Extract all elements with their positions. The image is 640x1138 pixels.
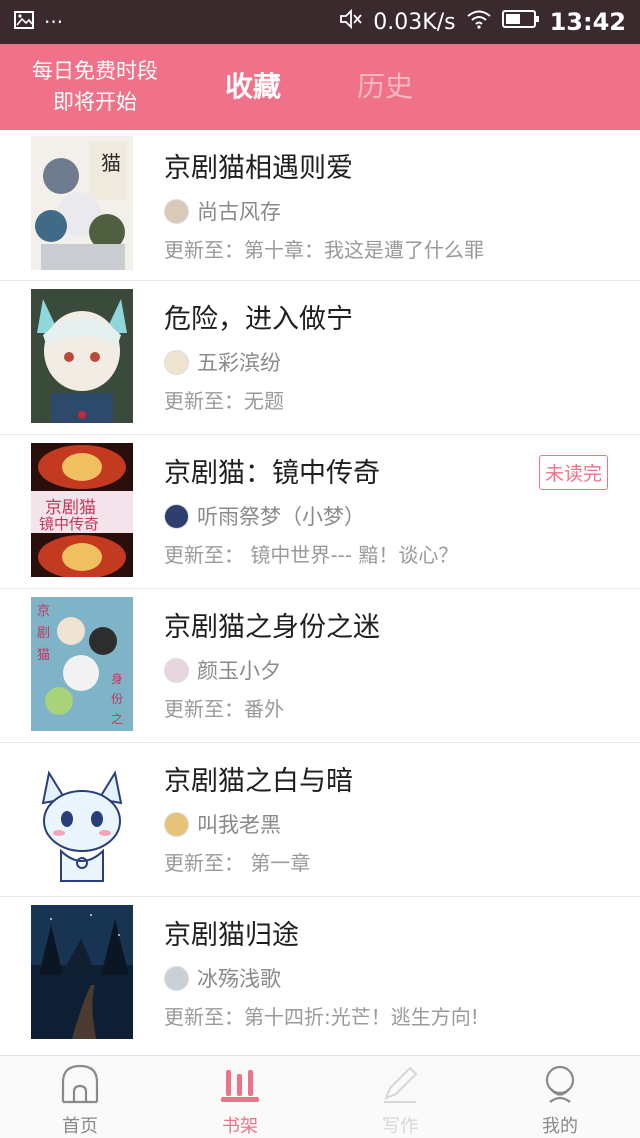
book-author: 叫我老黑 bbox=[164, 809, 281, 839]
home-icon bbox=[60, 1064, 100, 1108]
book-row[interactable]: 京剧猫 镜中传奇 京剧猫：镜中传奇 未读完 听雨祭梦（小梦） 更新至： 镜中世界… bbox=[0, 435, 640, 589]
book-update: 更新至： 第一章 bbox=[164, 851, 311, 875]
svg-text:猫: 猫 bbox=[37, 648, 50, 663]
pencil-icon bbox=[380, 1064, 420, 1108]
svg-text:身: 身 bbox=[111, 671, 123, 686]
svg-text:镜中传奇: 镜中传奇 bbox=[39, 515, 99, 533]
nav-mine[interactable]: 我的 bbox=[480, 1056, 640, 1138]
book-cover: 猫 bbox=[31, 136, 133, 270]
author-name: 五彩滨纷 bbox=[197, 351, 281, 375]
author-avatar bbox=[164, 503, 189, 529]
author-avatar bbox=[164, 198, 189, 224]
bookshelf-list: 猫 京剧猫相遇则爱 尚古风存 更新至：第十章：我这是遭了什么罪 危险，进入做宁 … bbox=[0, 130, 640, 1051]
book-update: 更新至： 镜中世界--- 黯！谈心？ bbox=[164, 543, 459, 567]
status-left: ··· bbox=[14, 10, 63, 34]
book-cover bbox=[31, 905, 133, 1039]
nav-home-label: 首页 bbox=[62, 1116, 98, 1137]
nav-write[interactable]: 写作 bbox=[320, 1056, 480, 1138]
clock: 13:42 bbox=[549, 8, 626, 36]
author-avatar bbox=[164, 349, 189, 375]
book-author: 颜玉小夕 bbox=[164, 655, 281, 685]
author-avatar bbox=[164, 657, 189, 683]
book-update: 更新至：第十章：我这是遭了什么罪 bbox=[164, 238, 484, 262]
book-author: 五彩滨纷 bbox=[164, 347, 281, 377]
unread-badge: 未读完 bbox=[538, 455, 608, 490]
author-name: 尚古风存 bbox=[197, 200, 281, 224]
nav-bookshelf-label: 书架 bbox=[222, 1116, 258, 1137]
wifi-icon bbox=[466, 9, 492, 35]
book-title: 危险，进入做宁 bbox=[164, 304, 353, 335]
book-cover bbox=[31, 289, 133, 423]
book-update: 更新至：番外 bbox=[164, 697, 284, 721]
promo-line-1: 每日免费时段 bbox=[32, 59, 158, 83]
battery-icon bbox=[501, 9, 540, 35]
nav-write-label: 写作 bbox=[382, 1116, 418, 1137]
nav-home[interactable]: 首页 bbox=[0, 1056, 160, 1138]
book-row[interactable]: 京剧猫归途 冰殇浅歌 更新至：第十四折:光芒！逃生方向! bbox=[0, 897, 640, 1051]
status-bar: ··· 0.03K/s 13:42 bbox=[0, 0, 640, 44]
author-name: 叫我老黑 bbox=[197, 813, 281, 837]
book-author: 听雨祭梦（小梦） bbox=[164, 501, 365, 531]
book-author: 尚古风存 bbox=[164, 196, 281, 226]
image-notification-icon bbox=[14, 11, 34, 33]
svg-text:猫: 猫 bbox=[101, 151, 121, 175]
book-cover: 京 剧 猫 身 份 之 bbox=[31, 597, 133, 731]
book-update: 更新至：无题 bbox=[164, 389, 284, 413]
status-right: 0.03K/s 13:42 bbox=[339, 8, 626, 36]
book-row[interactable]: 京 剧 猫 身 份 之 京剧猫之身份之迷 颜玉小夕 更新至：番外 bbox=[0, 589, 640, 743]
bookshelf-icon bbox=[220, 1064, 260, 1108]
profile-icon bbox=[540, 1064, 580, 1108]
more-notifications: ··· bbox=[44, 10, 64, 34]
book-author: 冰殇浅歌 bbox=[164, 963, 281, 993]
book-row[interactable]: 京剧猫之白与暗 叫我老黑 更新至： 第一章 bbox=[0, 743, 640, 897]
svg-text:之: 之 bbox=[111, 712, 123, 726]
app-header: 每日免费时段 即将开始 收藏 历史 bbox=[0, 44, 640, 130]
nav-mine-label: 我的 bbox=[542, 1116, 578, 1137]
promo-line-2: 即将开始 bbox=[53, 90, 137, 114]
svg-text:剧: 剧 bbox=[37, 626, 50, 641]
mute-icon bbox=[339, 8, 363, 36]
app-screen: ··· 0.03K/s 13:42 每日免费时段 即将开始 收藏 历史 猫 京剧… bbox=[0, 0, 640, 1138]
tab-history[interactable]: 历史 bbox=[357, 67, 413, 107]
book-row[interactable]: 猫 京剧猫相遇则爱 尚古风存 更新至：第十章：我这是遭了什么罪 bbox=[0, 130, 640, 281]
book-title: 京剧猫归途 bbox=[164, 920, 299, 951]
bottom-nav: 首页 书架 写作 我的 bbox=[0, 1055, 640, 1138]
book-row[interactable]: 危险，进入做宁 五彩滨纷 更新至：无题 bbox=[0, 281, 640, 435]
svg-text:京: 京 bbox=[37, 604, 50, 619]
free-time-promo[interactable]: 每日免费时段 即将开始 bbox=[0, 56, 190, 118]
network-speed: 0.03K/s bbox=[373, 9, 456, 35]
nav-bookshelf[interactable]: 书架 bbox=[160, 1056, 320, 1138]
book-title: 京剧猫相遇则爱 bbox=[164, 153, 353, 184]
book-cover: 京剧猫 镜中传奇 bbox=[31, 443, 133, 577]
book-update: 更新至：第十四折:光芒！逃生方向! bbox=[164, 1005, 479, 1029]
svg-text:份: 份 bbox=[111, 692, 123, 706]
book-title: 京剧猫：镜中传奇 bbox=[164, 458, 380, 489]
author-avatar bbox=[164, 811, 189, 837]
author-name: 听雨祭梦（小梦） bbox=[197, 505, 365, 529]
book-cover bbox=[31, 751, 133, 885]
tab-favorites[interactable]: 收藏 bbox=[225, 67, 281, 107]
author-name: 颜玉小夕 bbox=[197, 659, 281, 683]
book-title: 京剧猫之白与暗 bbox=[164, 766, 353, 797]
author-name: 冰殇浅歌 bbox=[197, 967, 281, 991]
book-title: 京剧猫之身份之迷 bbox=[164, 612, 380, 643]
author-avatar bbox=[164, 965, 189, 991]
